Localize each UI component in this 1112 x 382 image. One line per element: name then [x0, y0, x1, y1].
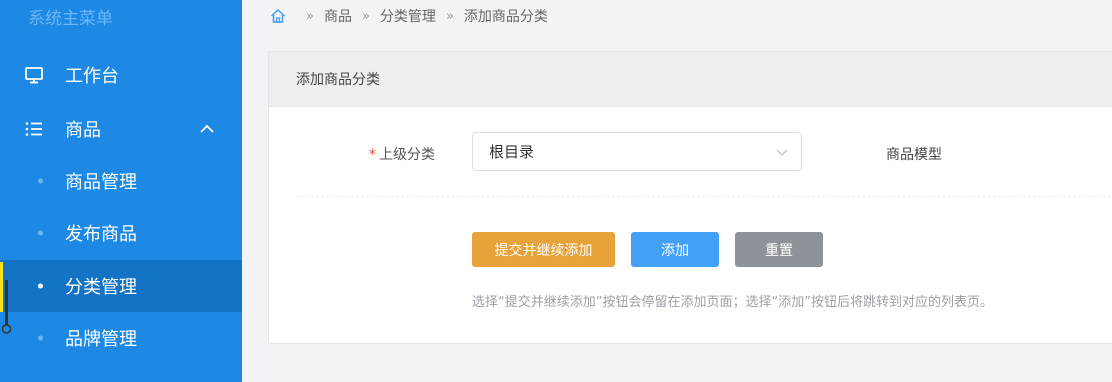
chevron-up-icon[interactable] — [198, 120, 216, 138]
sidebar-brand: 系统主菜单 — [28, 9, 113, 29]
bullet-dot-icon — [38, 283, 43, 289]
form-divider — [296, 196, 1112, 197]
sidebar-item-label: 商品管理 — [65, 172, 137, 193]
card-title: 添加商品分类 — [269, 52, 1112, 107]
submit-and-continue-button[interactable]: 提交并继续添加 — [472, 232, 615, 267]
breadcrumb: » 商品 » 分类管理 » 添加商品分类 — [270, 5, 548, 27]
sidebar-item-brand-management[interactable]: 品牌管理 — [0, 312, 242, 364]
chevron-down-icon — [775, 145, 789, 159]
monitor-icon — [24, 65, 44, 85]
sidebar: 系统主菜单 工作台 商品 商品管理 发布商品 分类管理 品牌管理 — [0, 0, 242, 382]
parent-category-select[interactable]: 根目录 — [472, 132, 802, 171]
required-mark: * — [369, 147, 376, 163]
sidebar-item-label: 品牌管理 — [65, 329, 137, 350]
sidebar-item-goods-management[interactable]: 商品管理 — [0, 155, 242, 207]
bullet-dot-icon — [38, 178, 43, 184]
form-hint: 选择“提交并继续添加”按钮会停留在添加页面；选择“添加”按钮后将跳转到对应的列表… — [472, 295, 993, 310]
breadcrumb-separator: » — [445, 8, 454, 24]
sidebar-item-publish-goods[interactable]: 发布商品 — [0, 207, 242, 259]
parent-category-label-text: 上级分类 — [379, 147, 435, 163]
bullet-dot-icon — [38, 335, 43, 341]
bullet-dot-icon — [38, 230, 43, 236]
scrollbar-handle[interactable] — [1, 280, 12, 336]
list-icon — [24, 119, 44, 139]
sidebar-item-goods[interactable]: 商品 — [0, 103, 242, 155]
breadcrumb-item-current: 添加商品分类 — [463, 9, 548, 25]
add-button[interactable]: 添加 — [631, 232, 719, 267]
goods-model-label: 商品模型 — [886, 147, 942, 163]
breadcrumb-separator: » — [361, 8, 370, 24]
parent-category-value: 根目录 — [489, 143, 535, 161]
reset-button[interactable]: 重置 — [735, 232, 823, 267]
sidebar-item-label: 分类管理 — [65, 277, 137, 298]
add-category-card: 添加商品分类 * 上级分类 根目录 商品模型 提交并继续添加 添加 重置 选择“提… — [268, 51, 1112, 344]
breadcrumb-item-category[interactable]: 分类管理 — [380, 6, 436, 26]
sidebar-item-workbench[interactable]: 工作台 — [0, 49, 242, 101]
parent-category-label: * 上级分类 — [369, 144, 435, 164]
sidebar-item-category-management[interactable]: 分类管理 — [0, 260, 242, 312]
home-icon[interactable] — [270, 8, 286, 24]
breadcrumb-item-goods[interactable]: 商品 — [324, 6, 352, 26]
sidebar-item-label: 发布商品 — [65, 224, 137, 245]
sidebar-item-label: 商品 — [65, 120, 101, 141]
breadcrumb-separator: » — [306, 8, 314, 24]
sidebar-item-label: 工作台 — [65, 66, 119, 87]
